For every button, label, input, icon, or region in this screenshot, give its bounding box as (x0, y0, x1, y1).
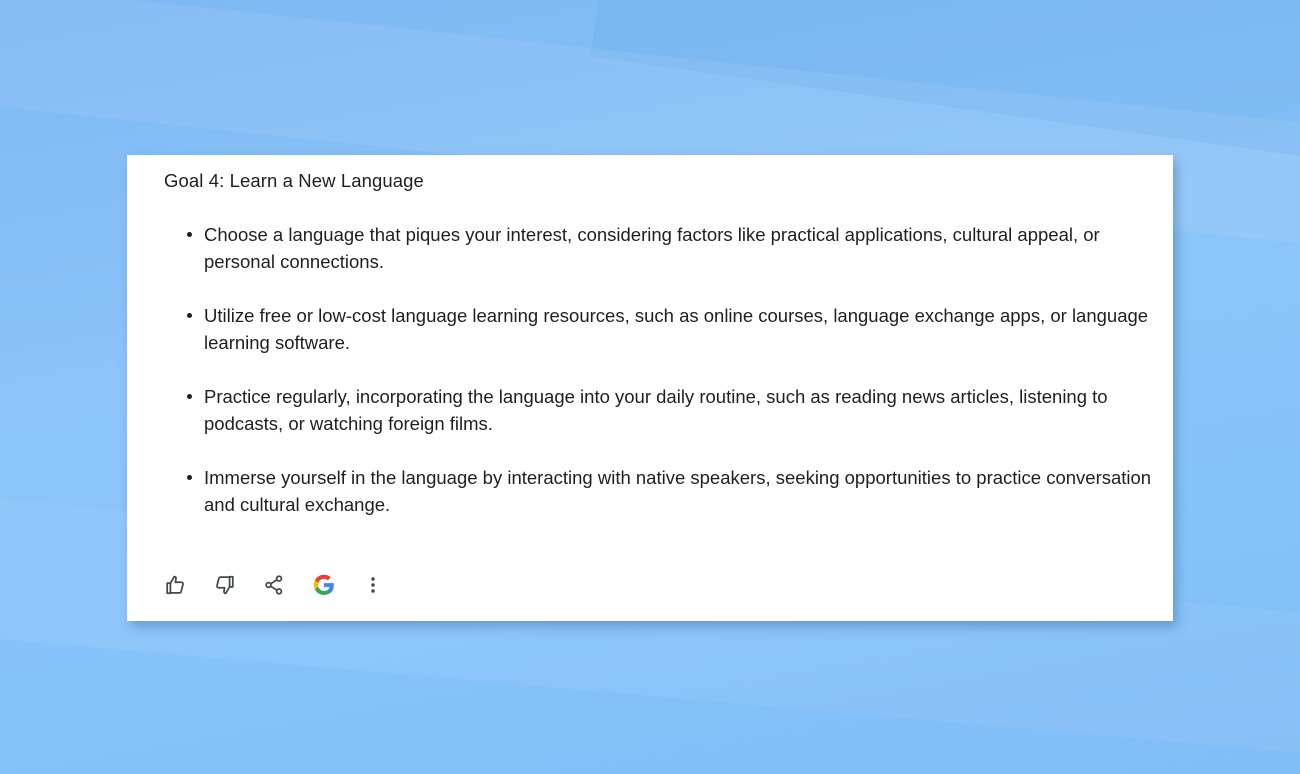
google-search-button[interactable] (311, 572, 337, 598)
list-item: Practice regularly, incorporating the la… (187, 383, 1164, 437)
more-options-button[interactable] (360, 572, 386, 598)
list-item: Immerse yourself in the language by inte… (187, 464, 1164, 518)
bullet-list: Choose a language that piques your inter… (164, 221, 1164, 545)
more-vert-icon (371, 577, 375, 593)
thumbs-down-button[interactable] (212, 572, 238, 598)
list-item: Utilize free or low-cost language learni… (187, 302, 1164, 356)
share-button[interactable] (261, 572, 287, 598)
thumbs-up-icon (166, 575, 184, 595)
thumbs-up-button[interactable] (162, 572, 188, 598)
list-item: Choose a language that piques your inter… (187, 221, 1164, 275)
google-g-icon (313, 574, 334, 595)
response-title: Goal 4: Learn a New Language (164, 170, 424, 191)
response-card: Goal 4: Learn a New Language Choose a la… (127, 155, 1173, 621)
thumbs-down-icon (215, 575, 234, 595)
response-actions (162, 572, 410, 598)
share-icon (265, 575, 283, 595)
